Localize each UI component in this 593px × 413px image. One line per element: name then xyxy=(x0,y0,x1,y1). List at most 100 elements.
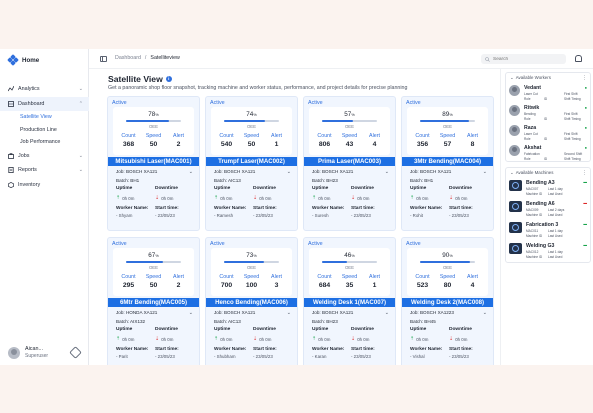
oee-progress-bar xyxy=(322,120,377,122)
user-profile[interactable]: Aican... Superuser xyxy=(8,346,48,359)
more-icon[interactable]: ⌄ xyxy=(189,169,193,175)
more-icon[interactable]: ⌄ xyxy=(483,310,487,316)
metric-label: Count xyxy=(317,274,332,280)
settings-icon[interactable] xyxy=(69,346,82,359)
info-icon[interactable]: i xyxy=(165,76,172,82)
oee-progress-fill xyxy=(126,120,169,122)
worker-id xyxy=(544,92,564,96)
downtime-heading: Downtime xyxy=(449,327,472,332)
machine-status: Active xyxy=(308,241,323,247)
search-input[interactable] xyxy=(493,56,563,62)
machine-item[interactable]: Welding G3 MAC012 Last 1 day Machine ID Last… xyxy=(506,240,590,261)
start-col: Start time: - 23/05/23 xyxy=(449,347,488,359)
sidebar-item-reports[interactable]: Reports ⌄ xyxy=(0,163,89,178)
sidebar-subitem-satellite-view[interactable]: Satellite View xyxy=(0,111,89,124)
more-icon[interactable]: ⌄ xyxy=(189,310,193,316)
start-value: - 23/05/23 xyxy=(253,213,273,218)
more-icon[interactable]: ⌄ xyxy=(287,310,291,316)
machine-item[interactable]: Bending A6 MAC009 Last 2 days Machine ID Las… xyxy=(506,198,590,219)
start-value: - 23/05/23 xyxy=(351,354,371,359)
machine-item[interactable]: Fabrication 3 MAC011 Last 1 day Machine ID L… xyxy=(506,219,590,240)
worker-item[interactable]: Raza Laser Cut First Shift Role ID Shift Timi… xyxy=(506,122,590,142)
home-link[interactable]: Home xyxy=(7,54,39,66)
metric-value: 806 xyxy=(318,141,331,148)
metric-label: Alert xyxy=(173,274,184,280)
worker-detail-labels: Role ID Shift Timing xyxy=(524,97,584,101)
oee-label: OEE xyxy=(442,265,453,270)
machine-card[interactable]: Active 74% OEE Count 540 Speed 50 Alert 1 Trumpf … xyxy=(205,96,298,231)
downtime-col: Downtime ⇣ 0h 0m xyxy=(449,327,488,342)
machine-card[interactable]: Active 46% OEE Count 684 Speed 35 Alert 1 Welding… xyxy=(303,237,396,365)
more-icon[interactable]: ⋮ xyxy=(582,75,587,81)
downtime-heading: Downtime xyxy=(351,186,374,191)
last-used-label: Last Used xyxy=(548,234,563,238)
more-icon[interactable]: ⌄ xyxy=(385,310,389,316)
uptime-value-row: ⇡ 0h 0m xyxy=(410,336,449,342)
machine-info: Bending A3 MAC007 Last 1 day Machine ID Last… xyxy=(526,177,570,196)
more-icon[interactable]: ⌄ xyxy=(287,169,291,175)
sidebar-subitem-production-line[interactable]: Production Line xyxy=(0,124,89,137)
metric-label: Speed xyxy=(439,274,456,280)
user-role: Superuser xyxy=(25,353,49,359)
metric-count: Count 368 xyxy=(116,133,141,148)
worker-detail-labels: Role ID Shift Timing xyxy=(524,137,584,141)
machine-card[interactable]: Active 89% OEE Count 356 Speed 57 Alert 8 3Mtr Be… xyxy=(401,96,494,231)
worker-value: - Rohit xyxy=(410,213,423,218)
sidebar-item-jobs[interactable]: Jobs ⌄ xyxy=(0,149,89,164)
metric-value: 295 xyxy=(122,282,135,289)
worker-item[interactable]: Akshat Fabrication Second Shift Role ID Shift… xyxy=(506,142,590,162)
job-label: Job: BOSCH XA121 xyxy=(116,169,158,174)
worker-col: Worker Name: - Parit xyxy=(116,347,155,359)
more-icon[interactable]: ⋮ xyxy=(582,170,587,176)
machine-card[interactable]: Active 57% OEE Count 806 Speed 43 Alert 4 Prima L… xyxy=(303,96,396,231)
search-box[interactable] xyxy=(481,54,566,64)
downtime-value-row: ⇣ 0h 0m xyxy=(253,195,292,201)
uptime-value: 0h 0m xyxy=(416,336,429,342)
machine-last-used: Last 1 day xyxy=(548,187,563,191)
more-icon[interactable]: ⌄ xyxy=(385,169,389,175)
sidebar-item-dashboard[interactable]: Dashboard ⌃ xyxy=(0,96,89,111)
metric-speed: Speed 57 xyxy=(435,133,460,148)
metric-count: Count 523 xyxy=(410,274,435,289)
oee-progress-bar xyxy=(224,120,279,122)
worker-name: Vedant xyxy=(524,85,542,91)
bell-icon[interactable] xyxy=(575,55,582,62)
arrow-down-icon: ⇣ xyxy=(449,336,454,342)
machine-card[interactable]: Active 73% OEE Count 700 Speed 100 Alert 3 Henco … xyxy=(205,237,298,365)
top-bar: Dashboard / Satelliteview xyxy=(89,49,593,69)
breadcrumb-dashboard[interactable]: Dashboard xyxy=(115,55,141,61)
machine-icon xyxy=(509,180,522,191)
sidebar-nav: Analytics ⌄ Dashboard ⌃ Satellite View P… xyxy=(0,82,89,192)
worker-col: Worker Name: - Suresh xyxy=(312,206,351,218)
sidebar-item-inventory[interactable]: Inventory xyxy=(0,178,89,193)
worker-item[interactable]: Ritwik Bending First Shift Role ID Shift Timi… xyxy=(506,102,590,122)
inventory-icon xyxy=(8,181,14,188)
id-label: ID xyxy=(544,117,548,121)
machine-card[interactable]: Active 78% OEE Count 368 Speed 50 Alert 2 Mitsubi… xyxy=(107,96,200,231)
machine-item[interactable]: Bending A3 MAC007 Last 1 day Machine ID Last… xyxy=(506,177,590,198)
worker-heading: Worker Name: xyxy=(312,206,345,211)
oee-progress-bar xyxy=(420,261,475,263)
start-heading: Start time: xyxy=(155,206,179,211)
start-value: - 23/05/23 xyxy=(449,354,469,359)
logo-icon xyxy=(7,54,19,66)
start-col: Start time: - 23/05/23 xyxy=(449,206,488,218)
metric-value: 3 xyxy=(274,282,279,289)
machine-card[interactable]: Active 90% OEE Count 523 Speed 80 Alert 4 Welding… xyxy=(401,237,494,365)
avatar xyxy=(509,105,520,116)
metric-value: 4 xyxy=(372,141,377,148)
machine-card[interactable]: Active 67% OEE Count 295 Speed 50 Alert 2 6Mtr Be… xyxy=(107,237,200,365)
worker-item[interactable]: Vedant Laser Cut First Shift Role ID Shift Ti… xyxy=(506,82,590,102)
machine-metrics: Count 368 Speed 50 Alert 2 xyxy=(116,133,191,148)
sidebar-item-analytics[interactable]: Analytics ⌄ xyxy=(0,82,89,97)
worker-id xyxy=(544,152,564,156)
more-icon[interactable]: ⌄ xyxy=(483,169,487,175)
arrow-down-icon: ⇣ xyxy=(155,195,160,201)
worker-info: Raza Laser Cut First Shift Role ID Shift Timi… xyxy=(524,122,584,141)
sidebar-toggle-icon[interactable] xyxy=(100,56,107,62)
sidebar-subitem-job-performance[interactable]: Job Performance xyxy=(0,136,89,149)
metric-label: Alert xyxy=(369,133,380,139)
metric-label: Speed xyxy=(243,274,260,280)
downtime-heading: Downtime xyxy=(449,186,472,191)
batch-label: Batch: BH1 xyxy=(410,178,434,183)
